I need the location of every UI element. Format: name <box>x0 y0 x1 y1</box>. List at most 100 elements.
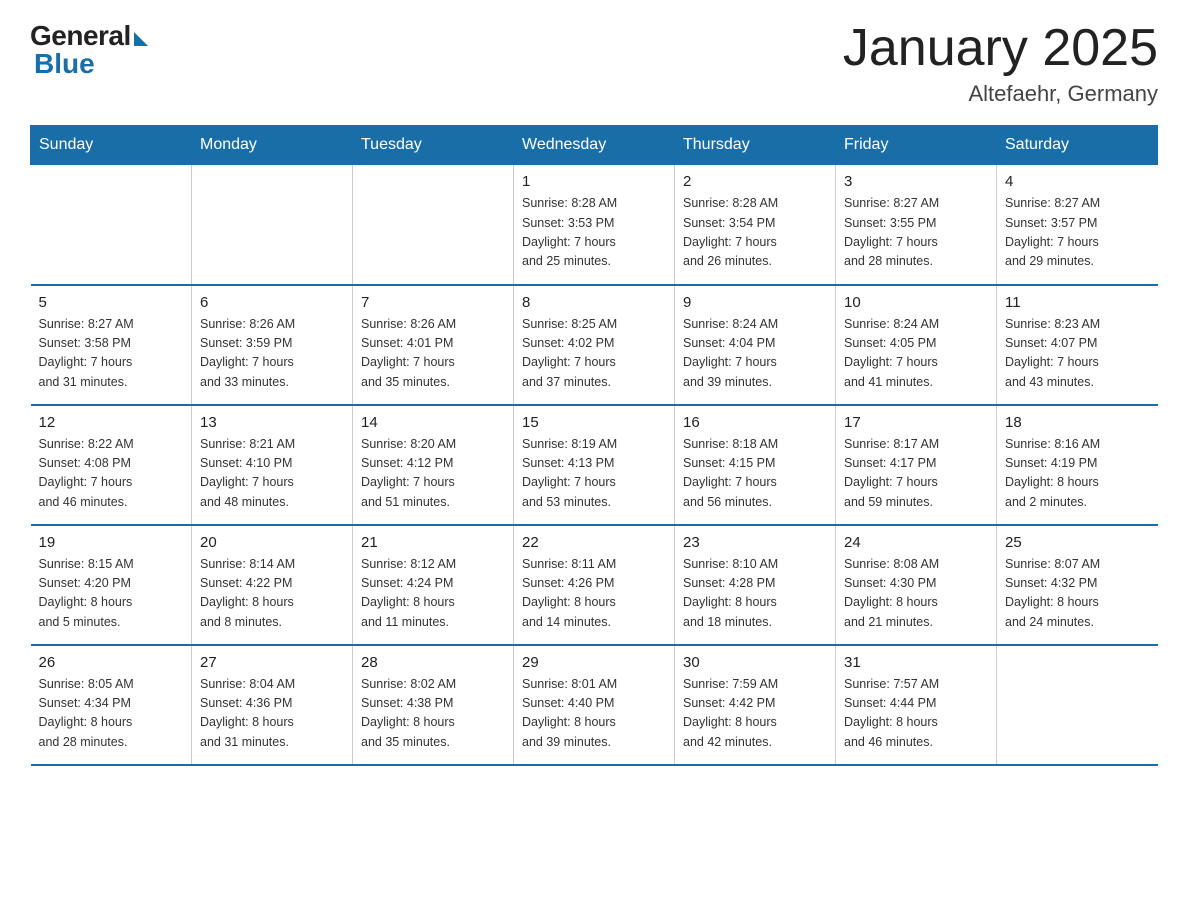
day-info: Sunrise: 8:15 AMSunset: 4:20 PMDaylight:… <box>39 555 184 633</box>
calendar-cell: 18 Sunrise: 8:16 AMSunset: 4:19 PMDayligh… <box>997 405 1158 525</box>
day-info: Sunrise: 8:01 AMSunset: 4:40 PMDaylight:… <box>522 675 666 753</box>
calendar-cell: 20 Sunrise: 8:14 AMSunset: 4:22 PMDayligh… <box>192 525 353 645</box>
month-title: January 2025 <box>843 20 1158 77</box>
logo: General Blue <box>30 20 148 80</box>
calendar-cell: 29 Sunrise: 8:01 AMSunset: 4:40 PMDayligh… <box>514 645 675 765</box>
weekday-header-sunday: Sunday <box>31 126 192 165</box>
weekday-header-wednesday: Wednesday <box>514 126 675 165</box>
calendar-cell: 26 Sunrise: 8:05 AMSunset: 4:34 PMDayligh… <box>31 645 192 765</box>
day-number: 8 <box>522 294 666 311</box>
day-number: 2 <box>683 173 827 190</box>
day-info: Sunrise: 7:59 AMSunset: 4:42 PMDaylight:… <box>683 675 827 753</box>
day-number: 31 <box>844 654 988 671</box>
day-number: 26 <box>39 654 184 671</box>
day-info: Sunrise: 8:07 AMSunset: 4:32 PMDaylight:… <box>1005 555 1150 633</box>
calendar-week-row: 1 Sunrise: 8:28 AMSunset: 3:53 PMDaylight… <box>31 165 1158 285</box>
day-info: Sunrise: 7:57 AMSunset: 4:44 PMDaylight:… <box>844 675 988 753</box>
calendar-cell: 25 Sunrise: 8:07 AMSunset: 4:32 PMDayligh… <box>997 525 1158 645</box>
calendar-cell: 3 Sunrise: 8:27 AMSunset: 3:55 PMDaylight… <box>836 165 997 285</box>
calendar-cell <box>192 165 353 285</box>
calendar-cell: 8 Sunrise: 8:25 AMSunset: 4:02 PMDaylight… <box>514 285 675 405</box>
day-info: Sunrise: 8:19 AMSunset: 4:13 PMDaylight:… <box>522 435 666 513</box>
day-number: 14 <box>361 414 505 431</box>
day-info: Sunrise: 8:22 AMSunset: 4:08 PMDaylight:… <box>39 435 184 513</box>
day-info: Sunrise: 8:26 AMSunset: 3:59 PMDaylight:… <box>200 315 344 393</box>
calendar-cell: 9 Sunrise: 8:24 AMSunset: 4:04 PMDaylight… <box>675 285 836 405</box>
day-number: 29 <box>522 654 666 671</box>
calendar-cell: 23 Sunrise: 8:10 AMSunset: 4:28 PMDayligh… <box>675 525 836 645</box>
day-info: Sunrise: 8:24 AMSunset: 4:04 PMDaylight:… <box>683 315 827 393</box>
day-info: Sunrise: 8:14 AMSunset: 4:22 PMDaylight:… <box>200 555 344 633</box>
calendar-cell: 6 Sunrise: 8:26 AMSunset: 3:59 PMDaylight… <box>192 285 353 405</box>
calendar-cell: 14 Sunrise: 8:20 AMSunset: 4:12 PMDayligh… <box>353 405 514 525</box>
day-number: 23 <box>683 534 827 551</box>
logo-blue-text: Blue <box>34 48 95 80</box>
day-number: 5 <box>39 294 184 311</box>
day-info: Sunrise: 8:27 AMSunset: 3:57 PMDaylight:… <box>1005 194 1150 272</box>
day-number: 19 <box>39 534 184 551</box>
weekday-header-friday: Friday <box>836 126 997 165</box>
day-info: Sunrise: 8:18 AMSunset: 4:15 PMDaylight:… <box>683 435 827 513</box>
day-info: Sunrise: 8:12 AMSunset: 4:24 PMDaylight:… <box>361 555 505 633</box>
weekday-header-monday: Monday <box>192 126 353 165</box>
day-info: Sunrise: 8:10 AMSunset: 4:28 PMDaylight:… <box>683 555 827 633</box>
calendar-cell: 4 Sunrise: 8:27 AMSunset: 3:57 PMDaylight… <box>997 165 1158 285</box>
calendar-cell: 31 Sunrise: 7:57 AMSunset: 4:44 PMDayligh… <box>836 645 997 765</box>
calendar-table: SundayMondayTuesdayWednesdayThursdayFrid… <box>30 125 1158 766</box>
day-number: 18 <box>1005 414 1150 431</box>
day-number: 17 <box>844 414 988 431</box>
calendar-cell: 10 Sunrise: 8:24 AMSunset: 4:05 PMDayligh… <box>836 285 997 405</box>
day-number: 24 <box>844 534 988 551</box>
calendar-week-row: 26 Sunrise: 8:05 AMSunset: 4:34 PMDayligh… <box>31 645 1158 765</box>
day-info: Sunrise: 8:17 AMSunset: 4:17 PMDaylight:… <box>844 435 988 513</box>
day-info: Sunrise: 8:16 AMSunset: 4:19 PMDaylight:… <box>1005 435 1150 513</box>
logo-triangle-icon <box>134 32 148 46</box>
day-number: 10 <box>844 294 988 311</box>
day-number: 6 <box>200 294 344 311</box>
calendar-cell: 27 Sunrise: 8:04 AMSunset: 4:36 PMDayligh… <box>192 645 353 765</box>
day-number: 13 <box>200 414 344 431</box>
calendar-cell: 1 Sunrise: 8:28 AMSunset: 3:53 PMDaylight… <box>514 165 675 285</box>
calendar-cell: 21 Sunrise: 8:12 AMSunset: 4:24 PMDayligh… <box>353 525 514 645</box>
day-number: 22 <box>522 534 666 551</box>
day-info: Sunrise: 8:24 AMSunset: 4:05 PMDaylight:… <box>844 315 988 393</box>
day-number: 9 <box>683 294 827 311</box>
day-info: Sunrise: 8:27 AMSunset: 3:55 PMDaylight:… <box>844 194 988 272</box>
calendar-cell: 16 Sunrise: 8:18 AMSunset: 4:15 PMDayligh… <box>675 405 836 525</box>
calendar-cell: 13Sunrise: 8:21 AMSunset: 4:10 PMDayligh… <box>192 405 353 525</box>
day-number: 27 <box>200 654 344 671</box>
weekday-header-tuesday: Tuesday <box>353 126 514 165</box>
day-info: Sunrise: 8:05 AMSunset: 4:34 PMDaylight:… <box>39 675 184 753</box>
title-area: January 2025 Altefaehr, Germany <box>843 20 1158 107</box>
day-info: Sunrise: 8:20 AMSunset: 4:12 PMDaylight:… <box>361 435 505 513</box>
calendar-cell: 19 Sunrise: 8:15 AMSunset: 4:20 PMDayligh… <box>31 525 192 645</box>
day-number: 21 <box>361 534 505 551</box>
day-number: 1 <box>522 173 666 190</box>
day-number: 16 <box>683 414 827 431</box>
day-info: Sunrise: 8:28 AMSunset: 3:53 PMDaylight:… <box>522 194 666 272</box>
calendar-cell: 24Sunrise: 8:08 AMSunset: 4:30 PMDayligh… <box>836 525 997 645</box>
day-info: Sunrise: 8:28 AMSunset: 3:54 PMDaylight:… <box>683 194 827 272</box>
calendar-cell: 22Sunrise: 8:11 AMSunset: 4:26 PMDayligh… <box>514 525 675 645</box>
day-number: 15 <box>522 414 666 431</box>
weekday-header-saturday: Saturday <box>997 126 1158 165</box>
day-info: Sunrise: 8:27 AMSunset: 3:58 PMDaylight:… <box>39 315 184 393</box>
calendar-week-row: 12Sunrise: 8:22 AMSunset: 4:08 PMDayligh… <box>31 405 1158 525</box>
day-number: 25 <box>1005 534 1150 551</box>
weekday-header-row: SundayMondayTuesdayWednesdayThursdayFrid… <box>31 126 1158 165</box>
day-info: Sunrise: 8:26 AMSunset: 4:01 PMDaylight:… <box>361 315 505 393</box>
day-number: 11 <box>1005 294 1150 311</box>
day-number: 4 <box>1005 173 1150 190</box>
header: General Blue January 2025 Altefaehr, Ger… <box>30 20 1158 107</box>
day-info: Sunrise: 8:04 AMSunset: 4:36 PMDaylight:… <box>200 675 344 753</box>
day-info: Sunrise: 8:25 AMSunset: 4:02 PMDaylight:… <box>522 315 666 393</box>
location: Altefaehr, Germany <box>843 81 1158 107</box>
calendar-cell: 7Sunrise: 8:26 AMSunset: 4:01 PMDaylight… <box>353 285 514 405</box>
day-info: Sunrise: 8:02 AMSunset: 4:38 PMDaylight:… <box>361 675 505 753</box>
day-number: 30 <box>683 654 827 671</box>
calendar-cell: 5 Sunrise: 8:27 AMSunset: 3:58 PMDaylight… <box>31 285 192 405</box>
day-number: 3 <box>844 173 988 190</box>
day-info: Sunrise: 8:23 AMSunset: 4:07 PMDaylight:… <box>1005 315 1150 393</box>
day-number: 20 <box>200 534 344 551</box>
calendar-cell: 28Sunrise: 8:02 AMSunset: 4:38 PMDayligh… <box>353 645 514 765</box>
